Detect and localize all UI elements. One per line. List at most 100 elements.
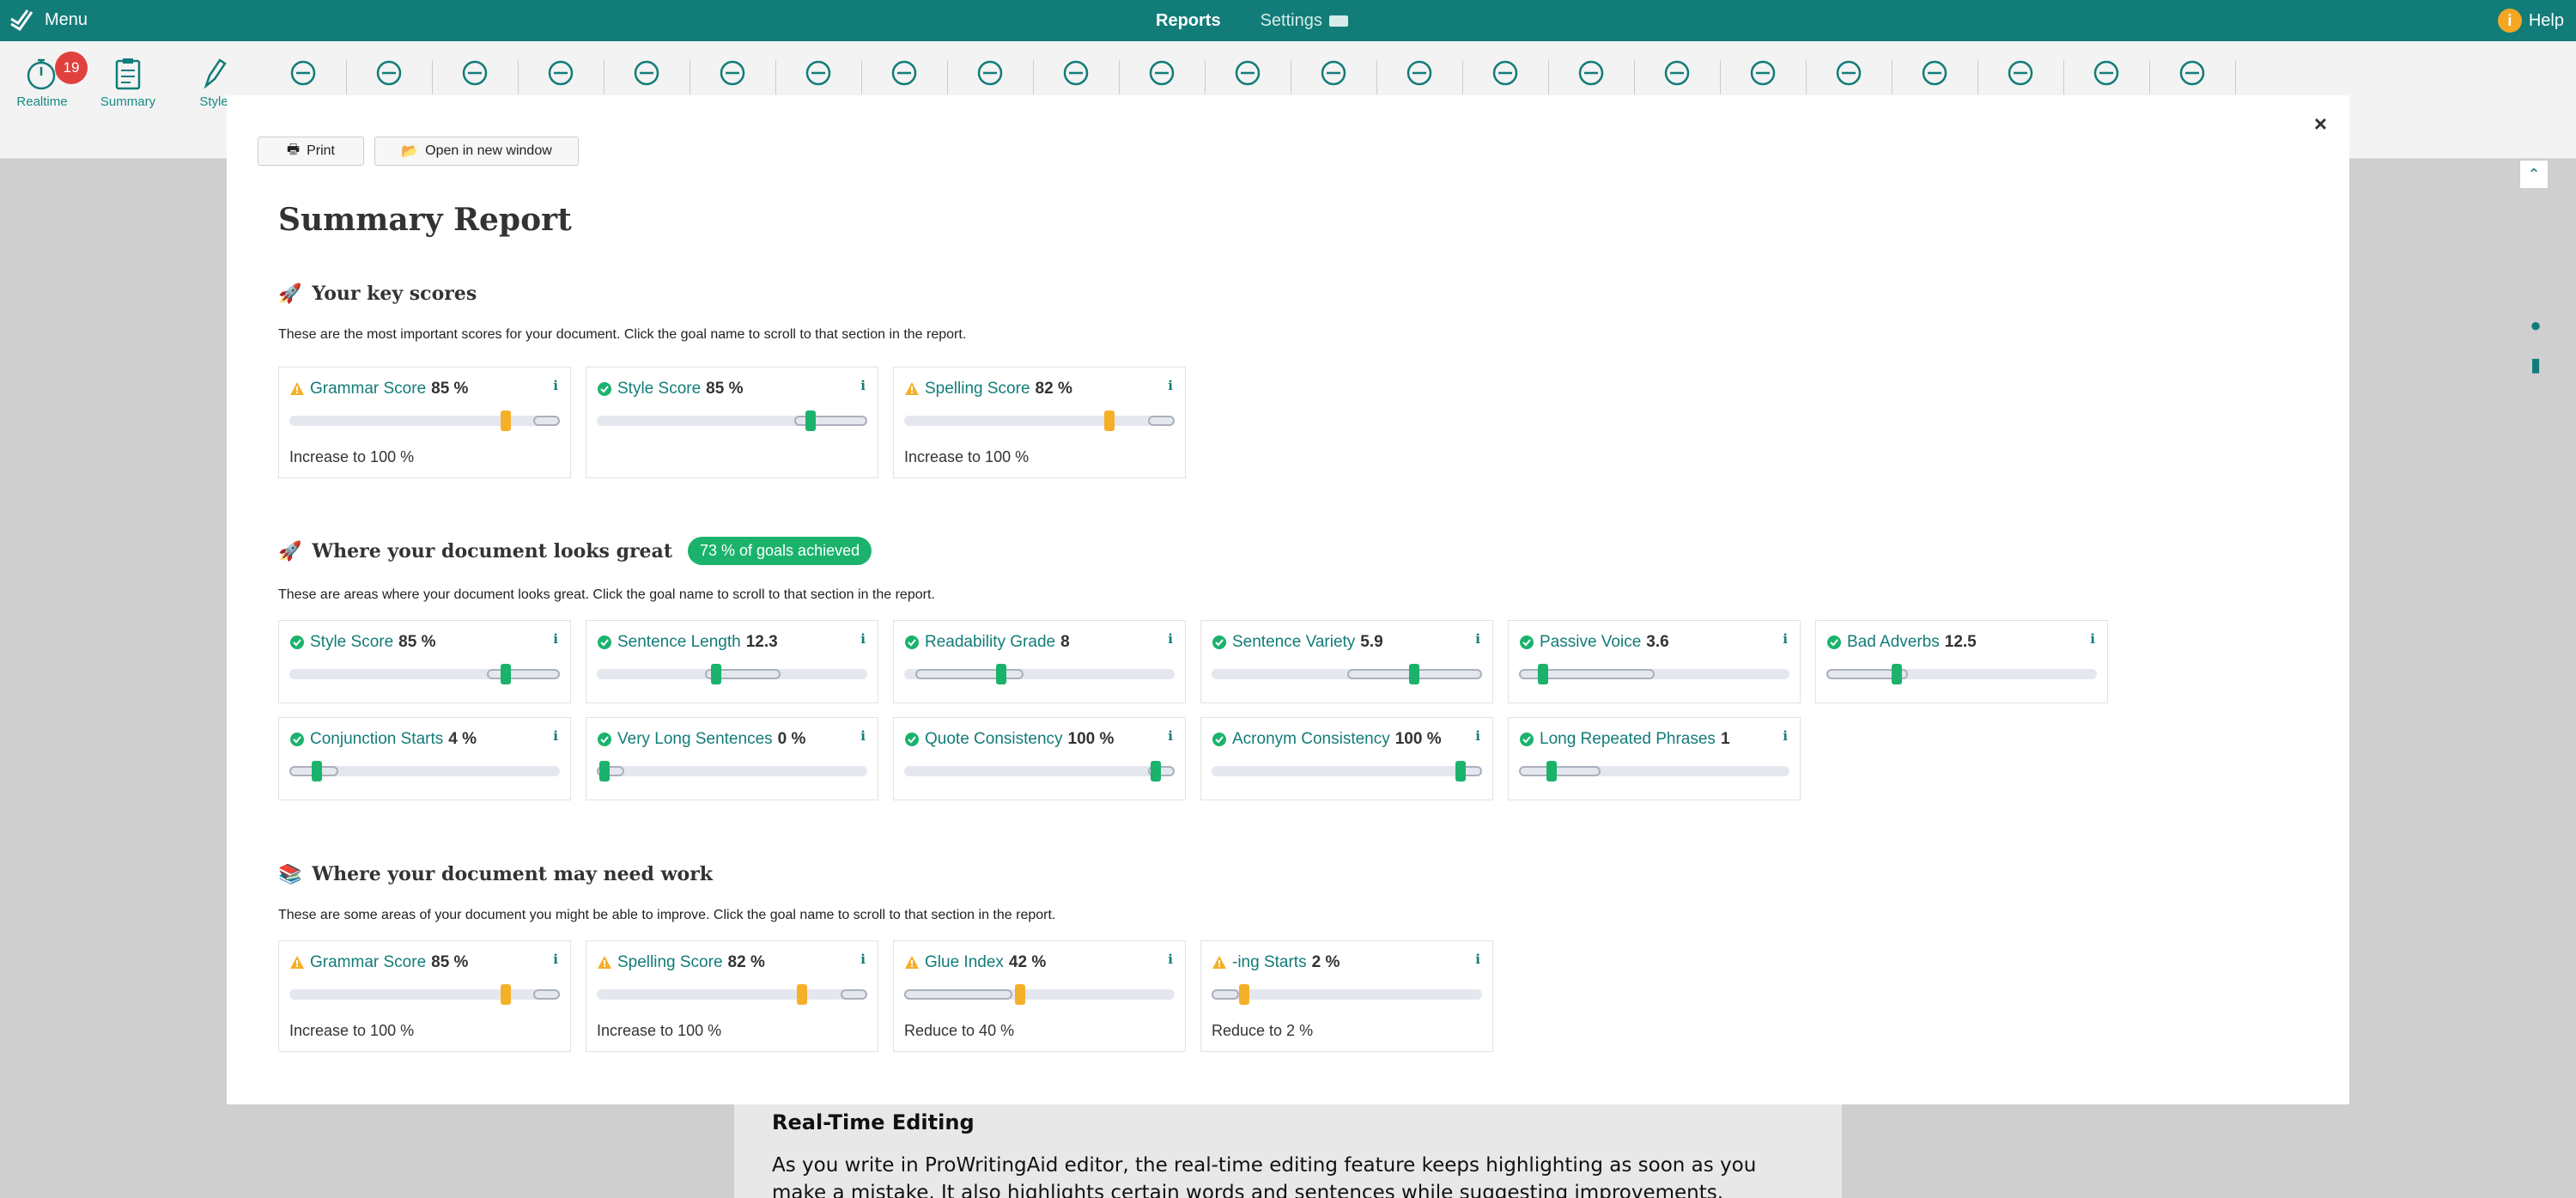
goal-name-link[interactable]: Very Long Sentences xyxy=(617,730,773,749)
open-new-window-button[interactable]: 📂 Open in new window xyxy=(374,137,579,166)
goal-name-link[interactable]: Sentence Length xyxy=(617,633,741,652)
house-settings-icon xyxy=(2093,60,2119,86)
tool-label: Style xyxy=(199,94,228,109)
tab-reports[interactable]: Reports xyxy=(1156,11,1221,31)
info-icon[interactable]: i xyxy=(1475,952,1480,967)
info-icon[interactable]: i xyxy=(1168,631,1173,647)
score-card: Glue Index 42 % i Reduce to 40 % xyxy=(893,940,1186,1052)
info-icon[interactable]: i xyxy=(1168,378,1173,393)
goal-name-link[interactable]: Spelling Score xyxy=(617,953,723,972)
brb-icon xyxy=(1750,60,1776,86)
score-card: Passive Voice 3.6 i xyxy=(1508,620,1801,703)
check-circle-icon xyxy=(1827,635,1841,649)
goal-name-link[interactable]: Sentence Variety xyxy=(1232,633,1355,652)
tool-label: Realtime xyxy=(16,94,68,109)
section-description: These are some areas of your document yo… xyxy=(278,908,1056,922)
goal-value: 85 % xyxy=(398,633,436,651)
goal-name-link[interactable]: Acronym Consistency xyxy=(1232,730,1390,749)
info-icon[interactable]: i xyxy=(1783,631,1788,647)
score-slider xyxy=(904,664,1175,684)
score-slider xyxy=(1519,761,1789,781)
close-icon[interactable]: × xyxy=(2314,111,2327,137)
goal-value: 82 % xyxy=(1035,380,1072,398)
collapse-button[interactable]: ⌃ xyxy=(2519,160,2549,189)
score-card: Grammar Score 85 % i Increase to 100 % xyxy=(278,940,571,1052)
score-card: Spelling Score 82 % i Increase to 100 % xyxy=(586,940,878,1052)
check-circle-icon xyxy=(905,635,919,649)
gauge-icon xyxy=(1922,60,1947,86)
goal-value: 100 % xyxy=(1394,730,1442,748)
document-page: Real-Time Editing As you write in ProWri… xyxy=(734,1095,1842,1198)
score-marker xyxy=(1546,761,1557,781)
info-icon[interactable]: i xyxy=(553,378,558,393)
target-range xyxy=(1212,989,1239,1000)
toolbar-divider xyxy=(432,60,433,94)
warning-icon xyxy=(905,956,919,969)
menu-button[interactable]: Menu xyxy=(9,7,88,33)
goal-value: 3.6 xyxy=(1646,633,1669,651)
target-range xyxy=(914,669,1024,679)
goal-value: 5.9 xyxy=(1360,633,1383,651)
check-circle-icon xyxy=(1212,733,1226,746)
toolbar-divider xyxy=(2149,60,2150,94)
goal-name-link[interactable]: Style Score xyxy=(310,633,393,652)
toolbar-divider xyxy=(518,60,519,94)
flag-icon xyxy=(1328,15,1348,27)
repeat-icon xyxy=(634,60,659,86)
help-button[interactable]: i Help xyxy=(2497,9,2564,33)
goal-name-link[interactable]: Bad Adverbs xyxy=(1847,633,1940,652)
info-icon[interactable]: i xyxy=(860,378,866,393)
search-text-icon xyxy=(2179,60,2205,86)
goal-name-link[interactable]: Spelling Score xyxy=(925,380,1030,398)
warning-icon xyxy=(598,956,611,969)
goal-name-link[interactable]: Conjunction Starts xyxy=(310,730,443,749)
goal-name-link[interactable]: Glue Index xyxy=(925,953,1004,972)
goal-value: 82 % xyxy=(727,953,765,971)
logo-icon xyxy=(10,9,33,32)
print-button[interactable]: 🖶 Print xyxy=(258,137,364,166)
score-card: Conjunction Starts 4 % i xyxy=(278,717,571,800)
section-title-needs-work: 📚 Where your document may need work xyxy=(278,863,713,885)
score-marker xyxy=(1104,410,1115,431)
goal-name-link[interactable]: Long Repeated Phrases xyxy=(1540,730,1716,749)
goal-name-link[interactable]: Grammar Score xyxy=(310,953,426,972)
section-title-key-scores: 🚀 Your key scores xyxy=(278,283,477,305)
info-icon[interactable]: i xyxy=(1168,952,1173,967)
target-text: Increase to 100 % xyxy=(904,448,1030,465)
target-range xyxy=(532,989,560,1000)
info-icon[interactable]: i xyxy=(860,952,866,967)
warning-icon xyxy=(905,382,919,395)
toolbar-divider xyxy=(1119,60,1120,94)
info-icon[interactable]: i xyxy=(553,728,558,744)
score-marker xyxy=(1238,984,1249,1005)
document-paragraph[interactable]: As you write in ProWritingAid editor, th… xyxy=(772,1152,1804,1198)
info-icon[interactable]: i xyxy=(553,952,558,967)
info-icon[interactable]: i xyxy=(553,631,558,647)
toolbar-divider xyxy=(775,60,776,94)
info-icon[interactable]: i xyxy=(860,631,866,647)
info-icon[interactable]: i xyxy=(1475,728,1480,744)
score-slider xyxy=(904,761,1175,781)
info-icon[interactable]: i xyxy=(1475,631,1480,647)
info-icon[interactable]: i xyxy=(860,728,866,744)
chart-icon[interactable]: ▮ xyxy=(2523,352,2549,378)
tab-settings[interactable]: Settings xyxy=(1261,11,1348,31)
goal-name-link[interactable]: Grammar Score xyxy=(310,380,426,398)
info-icon[interactable]: i xyxy=(2090,631,2095,647)
section-title-text: Where your document may need work xyxy=(312,863,714,885)
goal-name-link[interactable]: Readability Grade xyxy=(925,633,1055,652)
info-icon[interactable]: i xyxy=(1168,728,1173,744)
goal-name-link[interactable]: Passive Voice xyxy=(1540,633,1641,652)
goal-name-link[interactable]: Quote Consistency xyxy=(925,730,1063,749)
goal-name-link[interactable]: -ing Starts xyxy=(1232,953,1307,972)
score-slider xyxy=(597,761,867,781)
check-circle-icon xyxy=(598,635,611,649)
toolbar-divider xyxy=(1462,60,1463,94)
user-icon[interactable]: ● xyxy=(2523,313,2549,338)
tool-summary[interactable]: Summary xyxy=(98,53,158,122)
goal-name-link[interactable]: Style Score xyxy=(617,380,701,398)
score-slider xyxy=(597,984,867,1005)
score-card: Style Score 85 % i xyxy=(278,620,571,703)
score-card: Acronym Consistency 100 % i xyxy=(1200,717,1493,800)
info-icon[interactable]: i xyxy=(1783,728,1788,744)
